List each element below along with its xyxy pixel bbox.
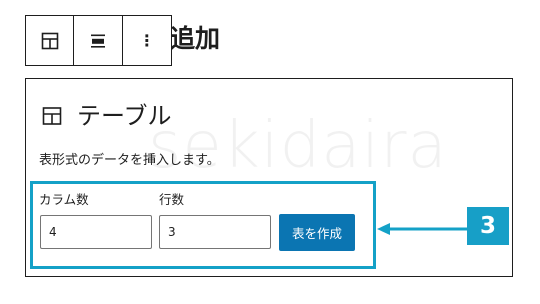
- align-button[interactable]: [74, 16, 123, 65]
- watermark: sekidaira: [148, 109, 448, 183]
- table-icon: [41, 32, 58, 49]
- more-options-button[interactable]: ⋮: [123, 16, 171, 65]
- align-icon: [91, 34, 106, 48]
- block-header: テーブル: [41, 101, 172, 131]
- table-icon: [42, 107, 62, 125]
- annotation-step-badge: 3: [467, 207, 509, 245]
- annotation-arrow-icon: [377, 223, 469, 235]
- block-title: テーブル: [77, 102, 172, 130]
- page-heading-fragment: 追加: [170, 24, 221, 53]
- block-type-button[interactable]: [26, 16, 75, 65]
- block-toolbar: ⋮: [25, 15, 172, 66]
- annotation-highlight-box: [30, 181, 376, 269]
- block-description: 表形式のデータを挿入します。: [39, 153, 220, 168]
- more-options-icon: ⋮: [138, 31, 155, 50]
